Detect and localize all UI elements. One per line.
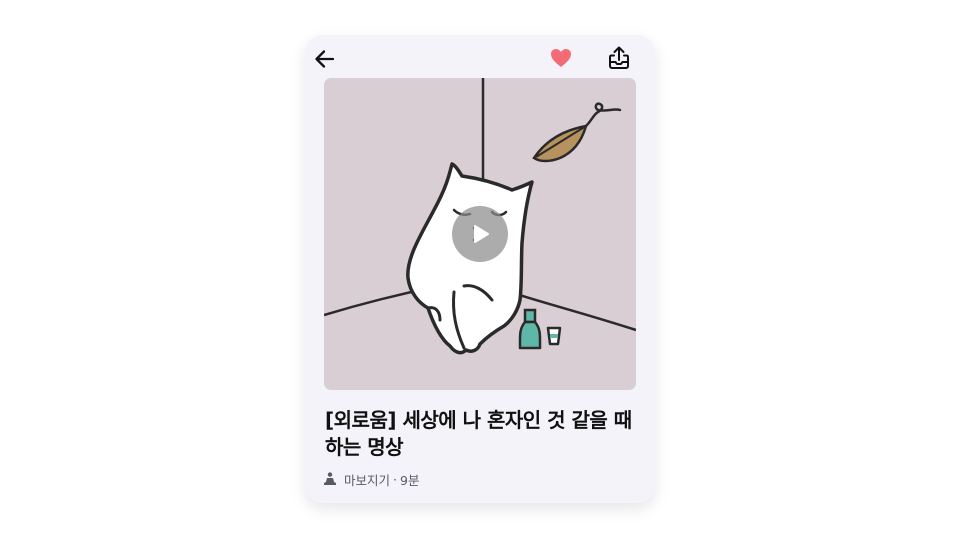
- meditation-title: [외로움] 세상에 나 혼자인 것 같을 때 하는 명상: [325, 408, 632, 459]
- arrow-left-icon: [315, 50, 335, 68]
- card-header: [305, 35, 655, 81]
- category-label: 마보지기: [344, 472, 391, 488]
- meditation-person-icon: [323, 472, 337, 486]
- favorite-button[interactable]: [549, 46, 573, 70]
- meta-separator: ·: [393, 471, 397, 487]
- back-button[interactable]: [313, 47, 337, 71]
- share-icon: [609, 46, 629, 69]
- share-button[interactable]: [607, 45, 631, 71]
- play-icon: [474, 225, 489, 243]
- meditation-card: [외로움] 세상에 나 혼자인 것 같을 때 하는 명상 마보지기 · 9분: [305, 35, 655, 503]
- video-thumbnail[interactable]: [324, 78, 636, 390]
- duration-label: 9분: [400, 472, 420, 488]
- bottle-drawing: [518, 308, 562, 350]
- play-button[interactable]: [452, 206, 508, 262]
- heart-icon: [551, 49, 571, 67]
- leaf-drawing: [532, 102, 622, 163]
- meditation-meta: 마보지기 · 9분: [323, 470, 419, 488]
